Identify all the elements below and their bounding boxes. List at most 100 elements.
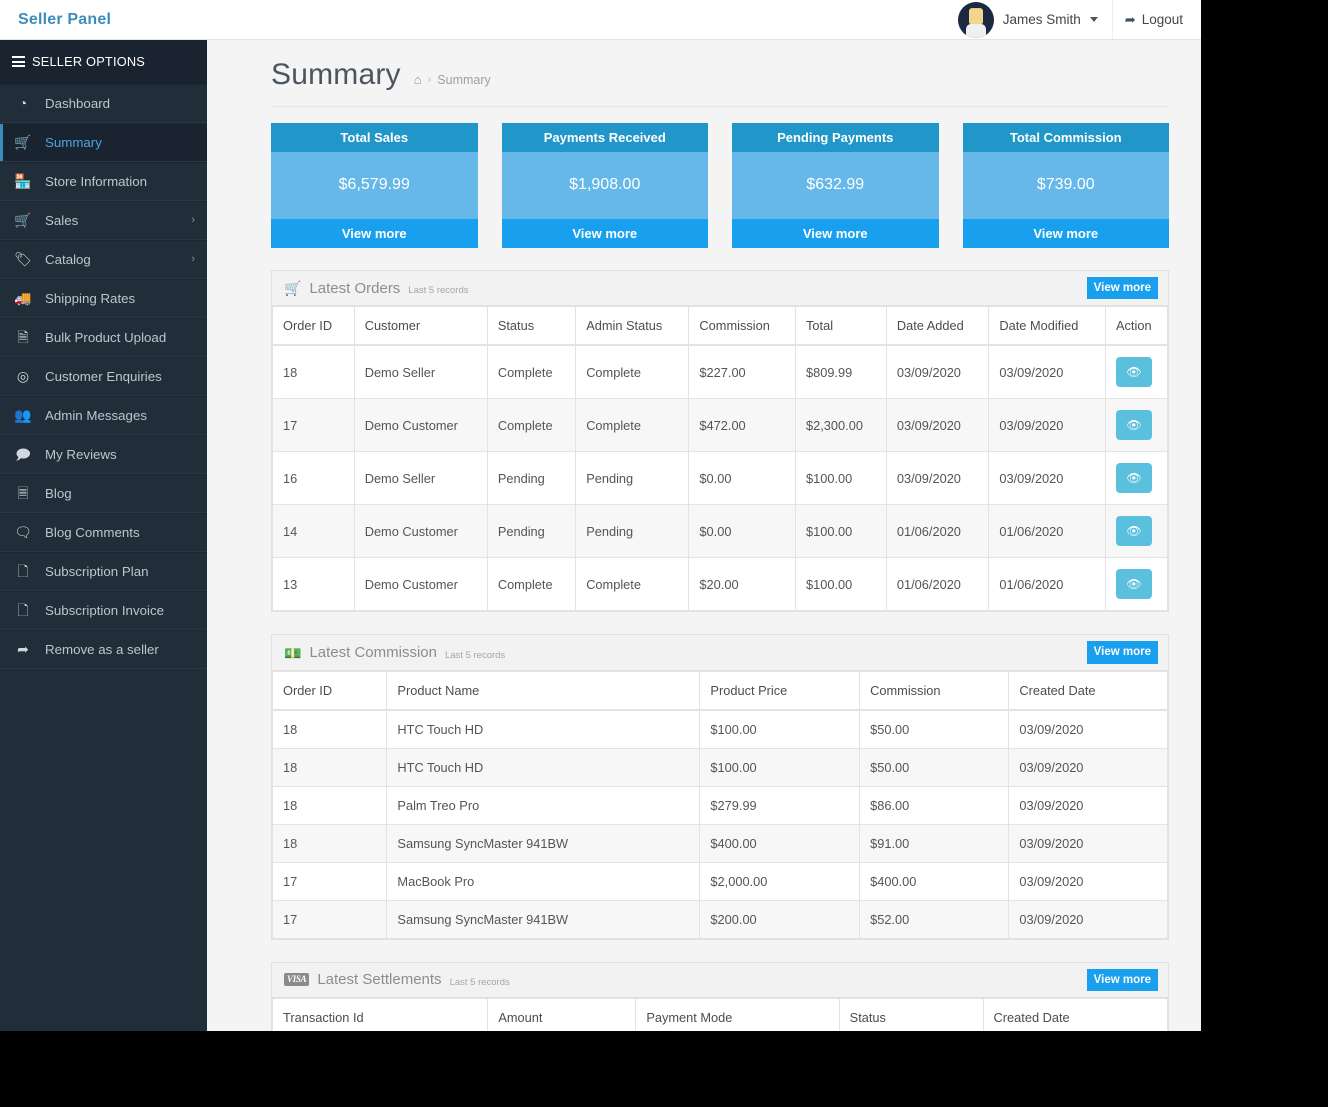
table-cell: Pending: [486, 451, 577, 506]
column-header: Product Price: [699, 670, 861, 711]
sidebar-item-label: Summary: [45, 134, 102, 150]
commission-table: Order ID Product Name Product Price Commiss…: [271, 670, 1168, 939]
table-cell: Demo Seller: [353, 344, 488, 400]
view-more-button[interactable]: View more: [1086, 968, 1158, 992]
sidebar-item-shipping-rates[interactable]: 🚚 Shipping Rates: [0, 278, 207, 318]
user-message-icon: 👥: [14, 407, 32, 424]
table-cell: Pending: [575, 451, 690, 506]
view-more-button[interactable]: View more: [1086, 641, 1158, 664]
table-cell: $91.00: [859, 823, 1010, 863]
column-header: Payment Mode: [635, 998, 840, 1031]
eye-icon: 👁: [1126, 524, 1142, 539]
column-header: Created Date: [1008, 670, 1168, 711]
money-icon: 💵: [284, 644, 302, 661]
table-cell: 01/06/2020: [885, 504, 990, 559]
table-cell: $20.00: [688, 557, 796, 612]
chevron-down-icon: [1089, 17, 1098, 22]
table-cell: 17: [271, 899, 388, 939]
table-cell: Demo Customer: [353, 398, 488, 453]
sidebar-item-label: Sales: [45, 212, 79, 228]
view-order-button[interactable]: 👁: [1116, 569, 1152, 600]
tag-icon: 🏷: [14, 251, 32, 268]
table-cell: 17: [272, 398, 355, 453]
avatar: [957, 1, 994, 38]
row-action-cell: 👁: [1105, 557, 1168, 612]
table-cell: Complete: [575, 344, 690, 400]
row-action-cell: 👁: [1105, 344, 1168, 400]
column-header: Date Added: [885, 306, 990, 347]
eye-icon: 👁: [1126, 418, 1142, 433]
column-header: Date Modified: [988, 306, 1106, 347]
sidebar-item-blog[interactable]: 🗏 Blog: [0, 473, 207, 513]
sidebar-item-subscription-invoice[interactable]: 🗋 Subscription Invoice: [0, 590, 207, 630]
table-row: 13 Demo Customer Complete Complete $20.00 $10…: [272, 557, 1168, 612]
panel-subtitle: Last 5 records: [444, 649, 506, 661]
visa-icon: VISA: [284, 973, 310, 987]
panel-title: Latest Settlements: [317, 971, 442, 989]
sidebar-item-bulk-product-upload[interactable]: 🗎 Bulk Product Upload: [0, 317, 207, 357]
stat-card-view-more[interactable]: View more: [271, 219, 478, 248]
table-cell: $0.00: [688, 451, 796, 506]
column-header: Created Date: [982, 998, 1169, 1031]
sidebar-item-dashboard[interactable]: ◔ Dashboard: [0, 83, 207, 123]
stat-cards: Total Sales $6,579.99 View more Payments Re…: [207, 107, 1201, 248]
table-cell: Pending: [575, 504, 690, 559]
column-header: Customer: [353, 306, 488, 347]
blog-icon: 🗏: [17, 485, 29, 502]
sidebar-item-store-information[interactable]: 🏪 Store Information: [0, 161, 207, 201]
sidebar-item-label: Blog: [45, 485, 72, 501]
cart-icon: 🛒: [14, 212, 32, 229]
view-order-button[interactable]: 👁: [1116, 463, 1152, 494]
app-brand[interactable]: Seller Panel: [0, 11, 111, 29]
table-row: 18 HTC Touch HD $100.00 $50.00 03/09/2020: [271, 747, 1168, 787]
latest-commission-panel: 💵 Latest Commission Last 5 records View …: [271, 634, 1169, 940]
table-cell: $279.99: [699, 785, 861, 825]
latest-settlements-panel: VISA Latest Settlements Last 5 records V…: [271, 961, 1169, 1031]
logout-button[interactable]: ➦ Logout: [1111, 0, 1197, 39]
sidebar-item-blog-comments[interactable]: 🗨 Blog Comments: [0, 512, 207, 552]
sidebar-item-label: Subscription Plan: [45, 563, 149, 579]
table-row: 14 Demo Customer Pending Pending $0.00 $100.0…: [272, 504, 1168, 559]
panel-title: Latest Commission: [309, 644, 437, 662]
table-cell: 03/09/2020: [988, 344, 1106, 400]
table-cell: 03/09/2020: [1008, 861, 1168, 901]
view-more-button[interactable]: View more: [1086, 277, 1158, 300]
sidebar-item-sales[interactable]: 🛒 Sales ›: [0, 200, 207, 240]
sidebar-item-summary[interactable]: 🛒 Summary: [0, 122, 207, 162]
stat-card-view-more[interactable]: View more: [962, 219, 1169, 248]
view-order-button[interactable]: 👁: [1116, 357, 1152, 388]
stat-card-view-more[interactable]: View more: [501, 219, 708, 248]
sidebar-item-my-reviews[interactable]: 🗩 My Reviews: [0, 434, 207, 474]
sidebar-item-subscription-plan[interactable]: 🗋 Subscription Plan: [0, 551, 207, 591]
panel-header: VISA Latest Settlements Last 5 records V…: [272, 962, 1168, 999]
table-cell: $2,000.00: [699, 861, 861, 901]
sidebar-item-customer-enquiries[interactable]: ◎ Customer Enquiries: [0, 356, 207, 396]
table-cell: 03/09/2020: [885, 344, 990, 400]
sidebar-header-label: SELLER OPTIONS: [32, 54, 146, 70]
stat-card-total-sales: Total Sales $6,579.99 View more: [271, 123, 478, 248]
eye-icon: 👁: [1126, 577, 1142, 592]
stat-card-view-more[interactable]: View more: [732, 219, 939, 248]
settlements-table: Transaction Id Amount Payment Mode Status Cr…: [271, 998, 1169, 1031]
table-cell: $200.00: [699, 899, 861, 939]
table-cell: $100.00: [699, 747, 861, 787]
view-order-button[interactable]: 👁: [1116, 516, 1152, 547]
user-menu[interactable]: James Smith: [944, 0, 1112, 39]
hamburger-icon: [12, 54, 25, 70]
table-cell: Samsung SyncMaster 941BW: [386, 823, 701, 863]
sidebar-item-admin-messages[interactable]: 👥 Admin Messages: [0, 395, 207, 435]
sidebar-item-remove-as-a-seller[interactable]: ➦ Remove as a seller: [0, 629, 207, 669]
table-cell: Pending: [486, 504, 577, 559]
column-header: Commission: [859, 670, 1010, 711]
truck-icon: 🚚: [14, 290, 32, 307]
sidebar-menu: ◔ Dashboard 🛒 Summary 🏪 Store Information 🛒 Sal…: [0, 83, 207, 669]
view-order-button[interactable]: 👁: [1116, 410, 1152, 441]
home-icon[interactable]: ⌂: [414, 72, 422, 87]
sidebar-item-catalog[interactable]: 🏷 Catalog ›: [0, 239, 207, 279]
table-cell: 01/06/2020: [988, 557, 1106, 612]
table-body: 18 Demo Seller Complete Complete $227.00 $809…: [272, 344, 1168, 612]
panel-header: 🛒 Latest Orders Last 5 records View more: [272, 271, 1168, 307]
column-header: Admin Status: [575, 306, 690, 347]
sidebar-item-label: Catalog: [45, 251, 91, 267]
chevron-right-icon: ›: [191, 253, 195, 266]
